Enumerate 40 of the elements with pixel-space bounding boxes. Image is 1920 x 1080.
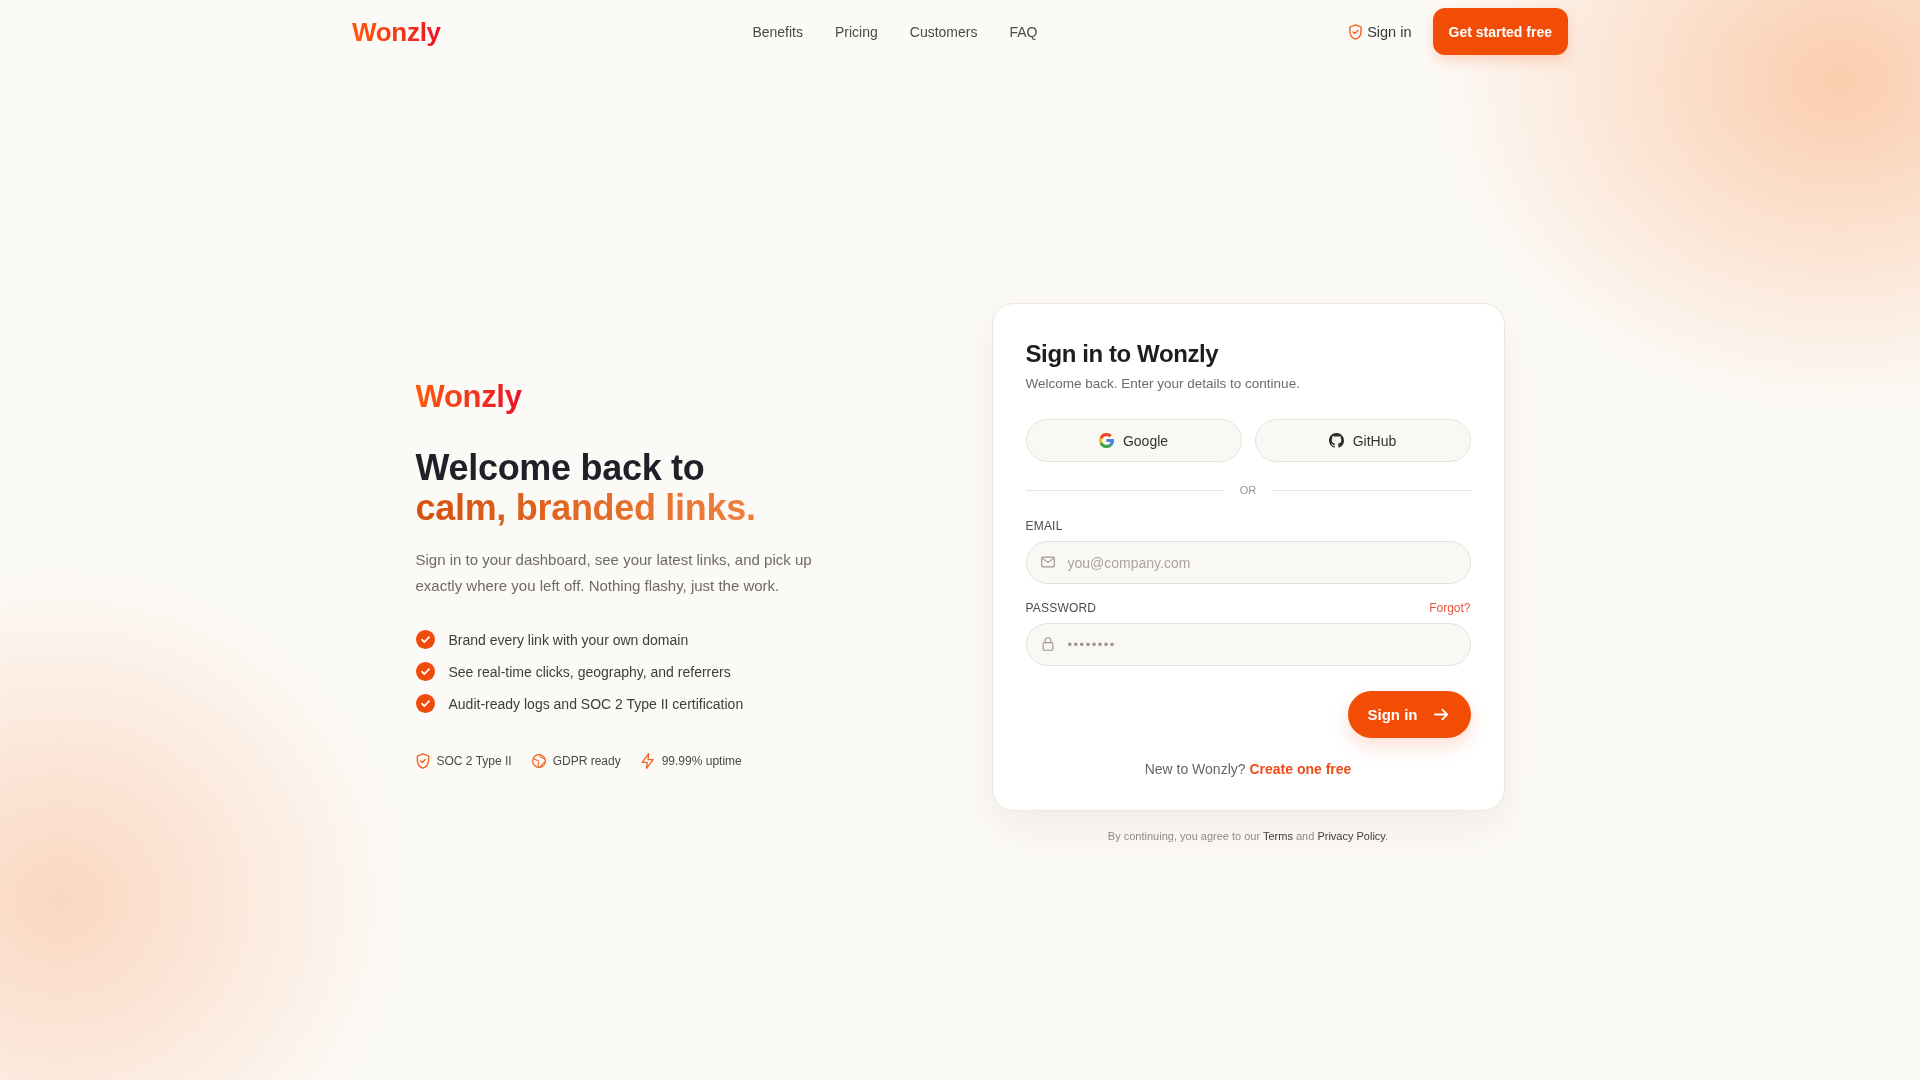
sign-in-button[interactable]: Sign in bbox=[1347, 691, 1471, 738]
create-account-link[interactable]: Create one free bbox=[1249, 761, 1352, 777]
field-label: EMAIL bbox=[1025, 519, 1063, 533]
nav-link[interactable]: Benefits bbox=[752, 23, 803, 40]
trust-label: SOC 2 Type II bbox=[436, 753, 512, 768]
card-subtitle: Welcome back. Enter your details to continue. bbox=[1025, 375, 1300, 393]
signup-text: New to Wonzly? Create one free bbox=[1143, 760, 1353, 779]
lightning-bolt-icon bbox=[640, 752, 655, 769]
mail-icon bbox=[1040, 555, 1055, 569]
check-circle-icon bbox=[415, 630, 435, 649]
github-button[interactable]: GitHub bbox=[1254, 419, 1471, 462]
sign-in-link[interactable]: Sign in bbox=[1349, 23, 1412, 40]
google-button[interactable]: Google bbox=[1025, 419, 1242, 462]
arrow-right-icon bbox=[1433, 708, 1449, 721]
forgot-link[interactable]: Forgot? bbox=[1429, 601, 1471, 615]
email-field[interactable]: you@company.com bbox=[1025, 541, 1471, 584]
headline: Welcome back to bbox=[415, 447, 705, 488]
check-circle-icon bbox=[415, 662, 435, 681]
card-title: Sign in to Wonzly bbox=[1025, 339, 1219, 369]
divider-label: OR bbox=[1239, 484, 1257, 496]
get-started-button[interactable]: Get started free bbox=[1432, 8, 1568, 55]
nav-link[interactable]: Customers bbox=[909, 23, 978, 40]
feature-text: See real-time clicks, geography, and referrers bbox=[448, 663, 731, 680]
globe-icon bbox=[531, 752, 546, 769]
terms-link[interactable]: Terms bbox=[1263, 830, 1293, 842]
github-icon bbox=[1328, 433, 1344, 448]
nav-link[interactable]: Pricing bbox=[835, 23, 878, 40]
trust-label: 99.99% uptime bbox=[661, 753, 742, 768]
shield-check-icon bbox=[415, 752, 430, 769]
lock-icon bbox=[1040, 637, 1055, 651]
nav-link[interactable]: FAQ bbox=[1009, 23, 1038, 40]
feature-text: Brand every link with your own domain bbox=[448, 631, 689, 648]
field-label: PASSWORD bbox=[1025, 601, 1097, 615]
google-icon bbox=[1098, 433, 1114, 448]
shield-check-icon bbox=[1349, 23, 1363, 40]
feature-text: Audit-ready logs and SOC 2 Type II certification bbox=[448, 695, 744, 712]
legal-text: By continuing, you agree to our Terms and Privacy Policy. bbox=[1107, 829, 1389, 844]
trust-label: GDPR ready bbox=[552, 753, 621, 768]
check-circle-icon bbox=[415, 694, 435, 713]
intro-text: Sign in to your dashboard, see your latest links, and pick up exactly where you left off. Nothing flashy, just the work. bbox=[415, 549, 813, 596]
